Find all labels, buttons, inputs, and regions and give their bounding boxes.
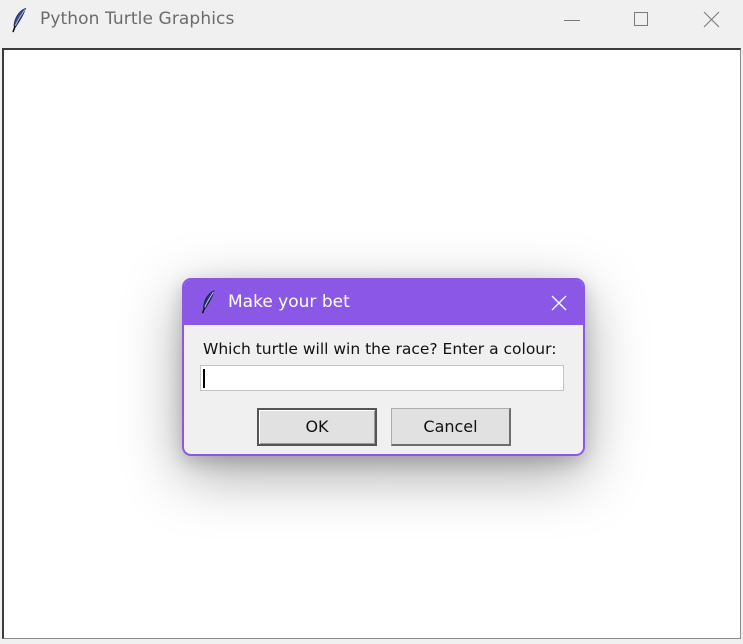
ok-button[interactable]: OK	[257, 408, 377, 446]
minimize-button[interactable]	[537, 0, 607, 40]
turtle-window: Python Turtle Graphics Make your bet Whi…	[0, 0, 743, 644]
dialog-title: Make your bet	[228, 292, 350, 312]
window-titlebar[interactable]: Python Turtle Graphics	[0, 0, 743, 42]
maximize-button[interactable]	[606, 0, 676, 40]
dialog-close-button[interactable]	[539, 282, 579, 322]
window-close-button[interactable]	[676, 0, 743, 40]
dialog-titlebar[interactable]: Make your bet	[184, 280, 583, 325]
minimize-icon	[564, 20, 580, 21]
feather-icon	[200, 290, 218, 314]
close-icon	[551, 295, 567, 311]
text-caret	[203, 369, 205, 388]
close-icon	[703, 11, 720, 28]
dialog-prompt: Which turtle will win the race? Enter a …	[203, 340, 557, 358]
colour-input[interactable]	[200, 365, 564, 391]
feather-icon	[10, 7, 30, 33]
bet-dialog: Make your bet Which turtle will win the …	[182, 278, 585, 456]
cancel-button[interactable]: Cancel	[391, 408, 511, 446]
maximize-icon	[634, 12, 648, 26]
window-title: Python Turtle Graphics	[40, 9, 235, 29]
